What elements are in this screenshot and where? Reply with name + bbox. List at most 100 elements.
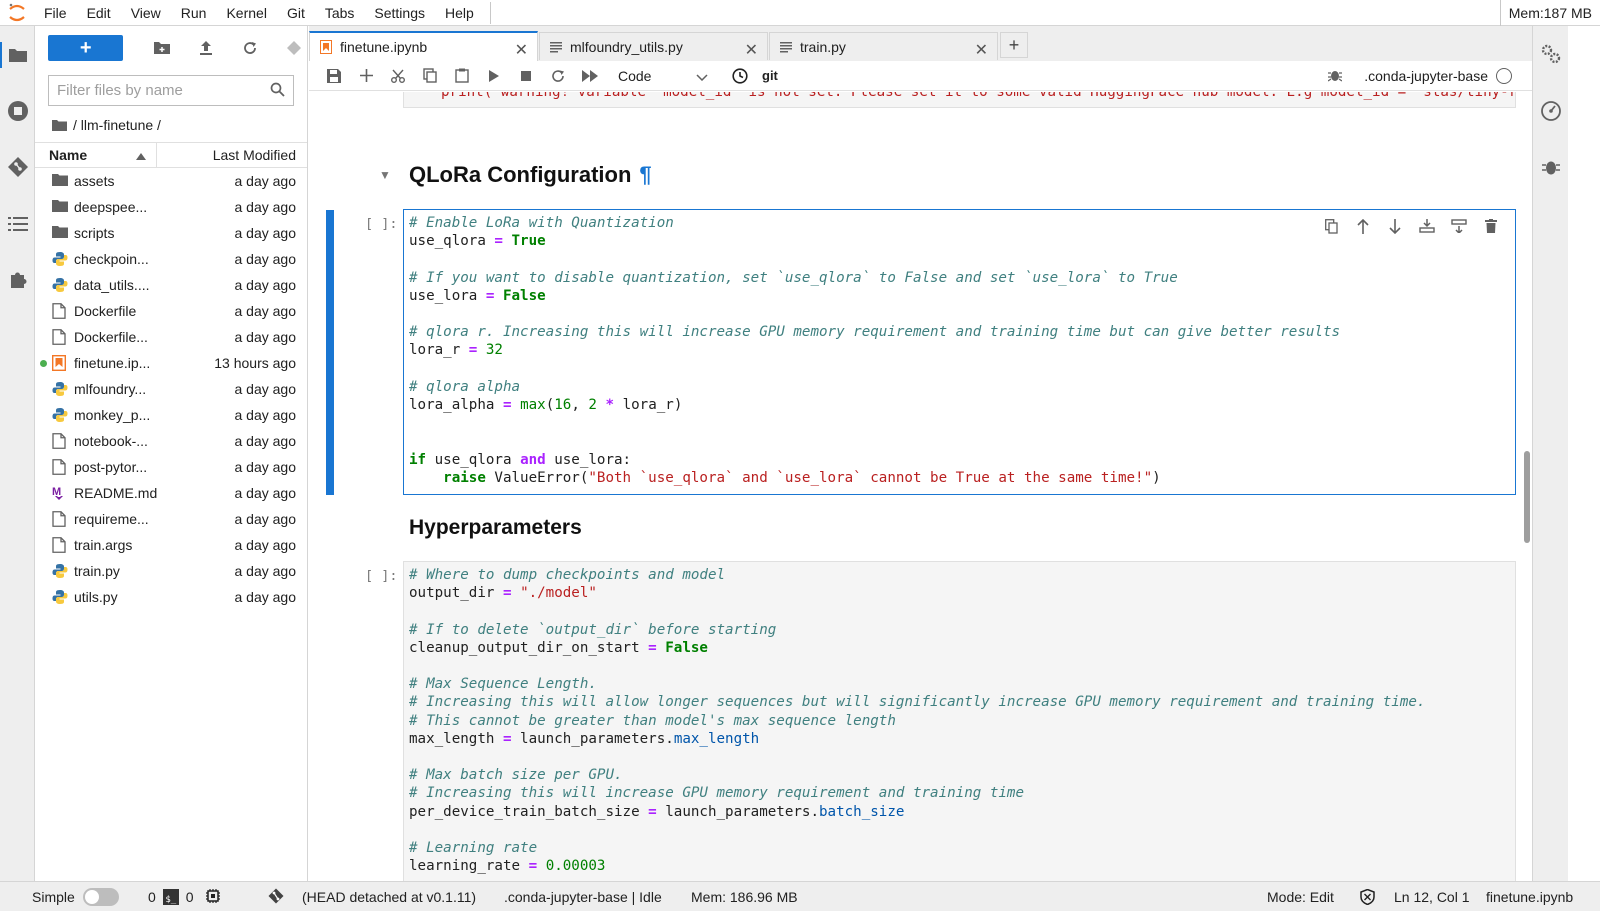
close-tab-icon[interactable]: ✕ [745,40,758,60]
extension-puzzle-icon[interactable] [5,267,31,293]
interrupt-kernel-icon[interactable] [510,63,542,89]
delete-cell-icon[interactable] [1475,216,1507,236]
insert-cell-icon[interactable] [350,63,382,89]
new-launcher-button[interactable]: + [48,35,124,61]
running-sessions-icon[interactable] [5,98,31,124]
file-row[interactable]: finetune.ip... 13 hours ago [35,350,307,376]
filter-files-input[interactable] [57,82,270,99]
code-cell-editor-hyperparameters[interactable]: # Where to dump checkpoints and model ou… [403,561,1516,881]
property-inspector-gears-icon[interactable] [1538,41,1564,67]
paste-icon[interactable] [446,63,478,89]
restart-kernel-icon[interactable] [542,63,574,89]
file-icon [52,329,68,345]
resource-usage-gauge-icon[interactable] [1538,98,1564,124]
git-icon[interactable] [5,154,31,180]
folder-icon[interactable] [52,119,67,131]
file-row[interactable]: monkey_p... a day ago [35,402,307,428]
markdown-heading-hyperparameters[interactable]: Hyperparameters [409,516,582,540]
tab-mlfoundry-utils-py[interactable]: mlfoundry_utils.py ✕ [539,32,768,60]
save-icon[interactable] [318,63,350,89]
file-row[interactable]: checkpoin... a day ago [35,246,307,272]
notebook-cells-area[interactable]: print( warning! variable `model_id` is n… [309,92,1522,881]
insert-cell-below-icon[interactable] [1443,216,1475,236]
git-status[interactable]: (HEAD detached at v0.1.11) [268,882,476,911]
toggle-switch[interactable] [82,888,119,906]
git-clone-icon[interactable] [282,35,307,61]
insert-cell-above-icon[interactable] [1411,216,1443,236]
code-cell-content[interactable]: # Enable LoRa with Quantization use_qlor… [409,214,1340,487]
menu-kernel[interactable]: Kernel [216,0,276,26]
markdown-heading-qlora-configuration[interactable]: QLoRa Configuration ¶ [409,162,652,188]
breadcrumb-path[interactable]: / llm-finetune / [73,117,161,133]
heading-anchor-link[interactable]: ¶ [639,162,651,187]
file-row[interactable]: notebook-... a day ago [35,428,307,454]
file-row[interactable]: mlfoundry... a day ago [35,376,307,402]
restart-run-all-icon[interactable] [574,63,606,89]
menu-file[interactable]: File [34,0,77,26]
table-of-contents-icon[interactable] [5,211,31,237]
menu-tabs[interactable]: Tabs [315,0,365,26]
cell-type-dropdown[interactable]: Code [618,64,714,88]
close-tab-icon[interactable]: ✕ [515,40,528,60]
bug-icon[interactable] [1327,68,1343,85]
refresh-icon[interactable] [238,35,263,61]
menu-divider [489,1,491,24]
terminals-kernels-count[interactable]: 0 $_ 0 [148,882,220,911]
file-row[interactable]: utils.py a day ago [35,584,307,610]
menu-settings[interactable]: Settings [364,0,435,26]
name-column-header[interactable]: Name [35,143,157,167]
file-name: monkey_p... [74,407,151,423]
file-row[interactable]: Dockerfile... a day ago [35,324,307,350]
file-icon [52,537,68,553]
last-modified-column-header[interactable]: Last Modified [157,147,307,163]
python-file-icon [52,563,68,579]
kernel-selector[interactable]: .conda-jupyter-base [1364,61,1512,91]
file-row[interactable]: data_utils.... a day ago [35,272,307,298]
close-tab-icon[interactable]: ✕ [975,40,988,60]
file-row[interactable]: requireme... a day ago [35,506,307,532]
run-cell-icon[interactable] [478,63,510,89]
git-diff-button[interactable]: git [762,68,778,83]
move-cell-up-icon[interactable] [1347,216,1379,236]
collapse-heading-caret-icon[interactable]: ▼ [379,168,391,182]
active-cell-collapser[interactable] [326,210,334,495]
copy-icon[interactable] [414,63,446,89]
file-row[interactable]: train.args a day ago [35,532,307,558]
menu-git[interactable]: Git [277,0,315,26]
file-modified: a day ago [234,563,297,579]
file-row[interactable]: deepspee... a day ago [35,194,307,220]
kernel-idle-indicator [1496,68,1512,84]
menu-view[interactable]: View [121,0,171,26]
folder-icon[interactable] [5,42,31,68]
new-folder-icon[interactable] [149,35,174,61]
file-row[interactable]: Dockerfile a day ago [35,298,307,324]
file-row[interactable]: scripts a day ago [35,220,307,246]
code-cell-content[interactable]: # Where to dump checkpoints and model ou… [409,566,1425,875]
move-cell-down-icon[interactable] [1379,216,1411,236]
file-row[interactable]: assets a day ago [35,168,307,194]
file-row[interactable]: train.py a day ago [35,558,307,584]
current-filename: finetune.ipynb [1486,889,1574,905]
upload-icon[interactable] [194,35,219,61]
shield-icon[interactable] [1360,882,1375,911]
simple-mode-toggle[interactable]: Simple [32,882,119,911]
clock-icon[interactable] [724,63,756,89]
debugger-bug-icon[interactable] [1538,154,1564,180]
python-file-icon [52,277,68,293]
file-name: Dockerfile... [74,329,148,345]
file-row[interactable]: M README.md a day ago [35,480,307,506]
notebook-scrollbar[interactable] [1524,451,1530,543]
tab-train-py[interactable]: train.py ✕ [769,32,998,60]
cut-icon[interactable] [382,63,414,89]
menu-run[interactable]: Run [171,0,217,26]
menu-help[interactable]: Help [435,0,484,26]
duplicate-cell-icon[interactable] [1315,216,1347,236]
new-tab-button[interactable]: + [1000,32,1028,58]
file-row[interactable]: post-pytor... a day ago [35,454,307,480]
tab-finetune-ipynb[interactable]: finetune.ipynb ✕ [309,31,538,61]
filter-files-box[interactable] [48,75,294,106]
code-cell-editor-qlora[interactable]: # Enable LoRa with Quantization use_qlor… [403,209,1516,495]
menu-edit[interactable]: Edit [77,0,121,26]
cursor-position[interactable]: Ln 12, Col 1 [1394,882,1470,911]
kernel-status-text[interactable]: .conda-jupyter-base | Idle [504,882,662,911]
